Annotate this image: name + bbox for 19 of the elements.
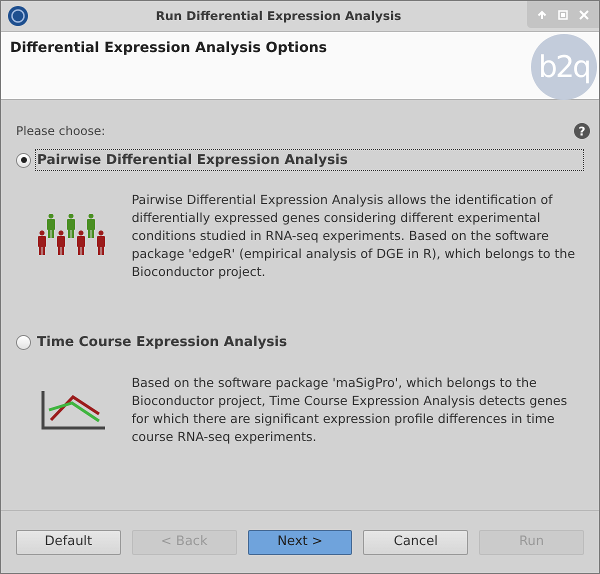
dialog-button[interactable]: Next >: [248, 530, 352, 554]
maximize-icon[interactable]: [558, 10, 568, 20]
option-description: Based on the software package 'maSigPro', which belongs to the Bioconductor project, Time Course Expression Analysis detects genes for which there are significant expression profile differences in time course RNA-seq experiments.: [132, 374, 568, 446]
app-icon: [7, 5, 29, 27]
prompt-label: Please choose:: [16, 123, 106, 140]
dialog-button[interactable]: Default: [16, 530, 121, 554]
option-label[interactable]: Pairwise Differential Expression Analysis: [35, 149, 584, 172]
option-label[interactable]: Time Course Expression Analysis: [35, 331, 584, 354]
radio-button[interactable]: [16, 152, 31, 168]
window-title: Run Differential Expression Analysis: [154, 8, 402, 25]
dialog-button[interactable]: Cancel: [363, 530, 468, 554]
option-description: Pairwise Differential Expression Analysis allows the identification of differentially expressed genes considering different experimental conditions studied in RNA-seq experiments. Based on the software package 'edgeR' (empirical analysis of DGE in R), which belongs to the Bioconductor project.: [132, 191, 576, 282]
logo: b2q: [531, 34, 597, 100]
line-chart-icon: [40, 390, 107, 430]
close-icon[interactable]: [579, 10, 590, 20]
help-icon[interactable]: ?: [574, 123, 590, 139]
page-title: Differential Expression Analysis Options: [10, 39, 328, 58]
radio-button[interactable]: [16, 334, 31, 350]
arrow-up-icon[interactable]: [536, 10, 547, 20]
